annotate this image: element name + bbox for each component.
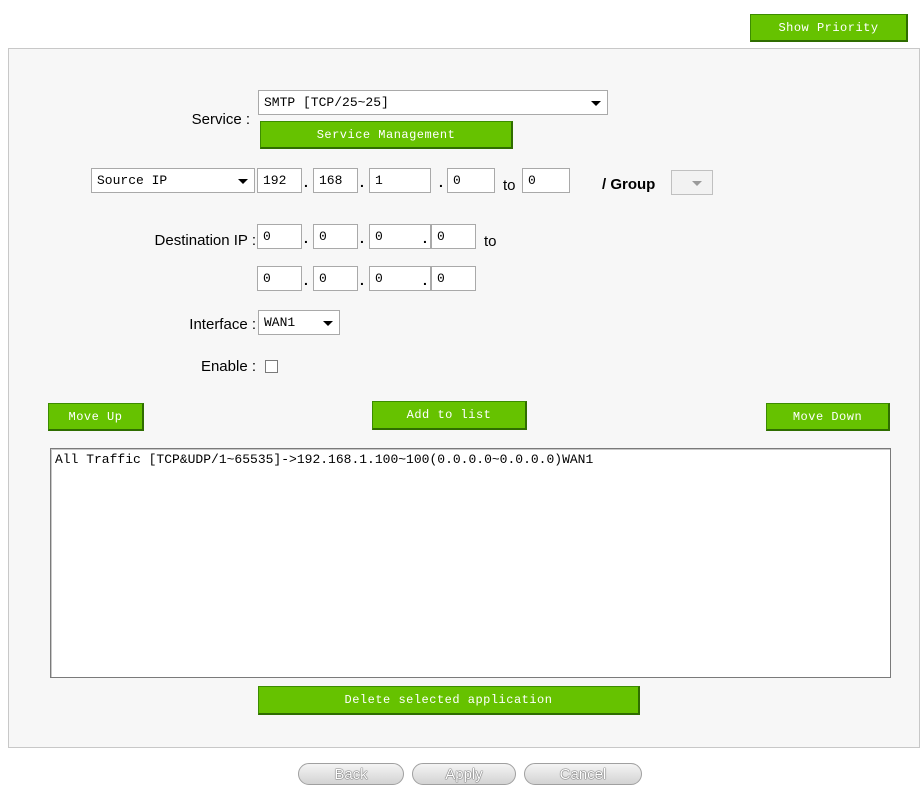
- add-to-list-button[interactable]: Add to list: [372, 401, 527, 430]
- source-type-select[interactable]: Source IP: [91, 168, 255, 193]
- dest-end-octet-1[interactable]: 0: [257, 266, 302, 291]
- enable-label: Enable :: [200, 358, 256, 375]
- service-select[interactable]: SMTP [TCP/25~25]: [258, 90, 608, 115]
- service-management-button[interactable]: Service Management: [260, 121, 513, 149]
- ip-separator: .: [360, 174, 364, 190]
- back-button[interactable]: Back: [298, 763, 404, 785]
- dest-end-octet-4[interactable]: 0: [431, 266, 476, 291]
- move-up-button[interactable]: Move Up: [48, 403, 144, 431]
- ip-separator: .: [360, 230, 364, 246]
- service-label: Service :: [191, 111, 250, 128]
- ip-separator: .: [304, 272, 308, 288]
- ip-separator: .: [423, 230, 427, 246]
- interface-select[interactable]: WAN1: [258, 310, 340, 335]
- source-to-label: to: [503, 177, 516, 194]
- dest-start-octet-4[interactable]: 0: [431, 224, 476, 249]
- enable-checkbox[interactable]: [265, 360, 278, 373]
- group-select[interactable]: [671, 170, 713, 195]
- chevron-down-icon: [692, 181, 702, 186]
- source-ip-octet-3[interactable]: 1: [369, 168, 431, 193]
- group-label: / Group: [602, 176, 656, 193]
- delete-selected-button[interactable]: Delete selected application: [258, 686, 640, 715]
- destination-to-label: to: [484, 233, 497, 250]
- dest-end-octet-2[interactable]: 0: [313, 266, 358, 291]
- apply-button[interactable]: Apply: [412, 763, 516, 785]
- show-priority-button[interactable]: Show Priority: [750, 14, 908, 42]
- source-type-value: Source IP: [97, 173, 168, 188]
- rule-listbox[interactable]: All Traffic [TCP&UDP/1~65535]->192.168.1…: [50, 448, 891, 678]
- interface-selected-value: WAN1: [264, 315, 296, 330]
- cancel-button[interactable]: Cancel: [524, 763, 642, 785]
- ip-separator: .: [360, 272, 364, 288]
- chevron-down-icon: [238, 179, 248, 184]
- dest-start-octet-2[interactable]: 0: [313, 224, 358, 249]
- dest-end-octet-3[interactable]: 0: [369, 266, 431, 291]
- source-ip-end-octet[interactable]: 0: [522, 168, 570, 193]
- ip-separator: .: [304, 230, 308, 246]
- source-ip-octet-1[interactable]: 192: [257, 168, 302, 193]
- ip-separator: .: [304, 174, 308, 190]
- source-ip-octet-2[interactable]: 168: [313, 168, 358, 193]
- destination-ip-label: Destination IP :: [154, 232, 256, 249]
- service-selected-value: SMTP [TCP/25~25]: [264, 95, 389, 110]
- list-item[interactable]: All Traffic [TCP&UDP/1~65535]->192.168.1…: [51, 449, 890, 470]
- ip-separator: .: [423, 272, 427, 288]
- dest-start-octet-3[interactable]: 0: [369, 224, 431, 249]
- interface-label: Interface :: [189, 316, 256, 333]
- ip-separator: .: [439, 174, 443, 190]
- move-down-button[interactable]: Move Down: [766, 403, 890, 431]
- chevron-down-icon: [591, 101, 601, 106]
- source-ip-octet-4[interactable]: 0: [447, 168, 495, 193]
- chevron-down-icon: [323, 321, 333, 326]
- dest-start-octet-1[interactable]: 0: [257, 224, 302, 249]
